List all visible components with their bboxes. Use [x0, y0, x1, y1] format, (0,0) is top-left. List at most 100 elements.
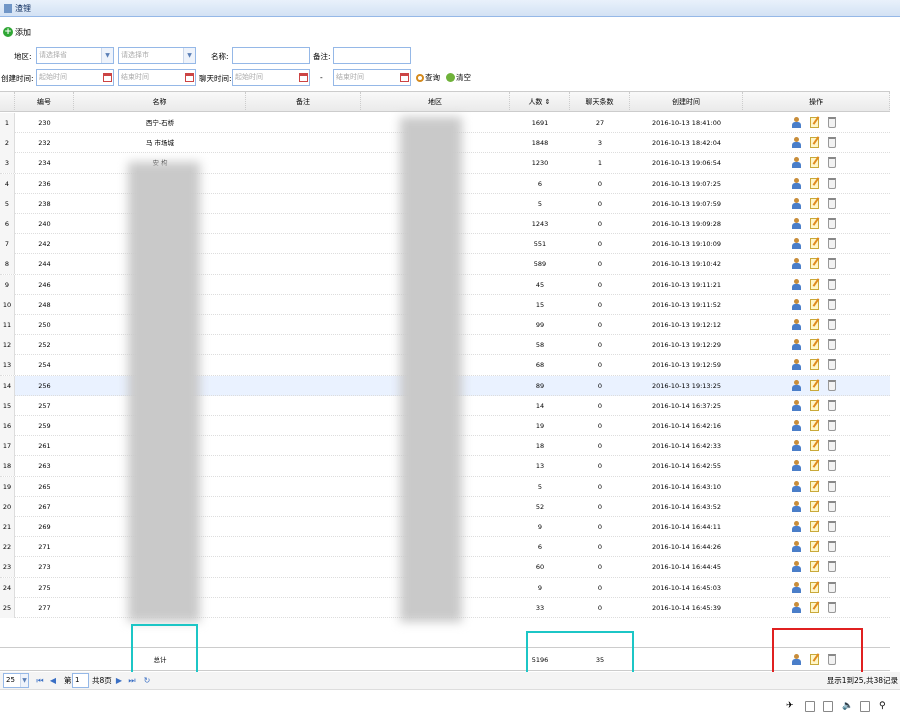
- user-icon[interactable]: [792, 218, 801, 229]
- user-icon[interactable]: [792, 258, 801, 270]
- next-page-icon[interactable]: ▶: [114, 675, 124, 687]
- user-icon[interactable]: [792, 601, 801, 613]
- user-icon[interactable]: [792, 399, 801, 411]
- edit-icon[interactable]: [810, 258, 819, 270]
- chat-start-input[interactable]: 起始时间: [232, 69, 310, 86]
- col-name[interactable]: 名称: [74, 92, 246, 112]
- edit-icon[interactable]: [810, 278, 819, 290]
- user-icon[interactable]: [792, 238, 801, 250]
- edit-icon[interactable]: [810, 137, 819, 149]
- add-button[interactable]: + 添加: [3, 26, 31, 38]
- user-icon[interactable]: [792, 137, 801, 149]
- trash-icon[interactable]: [828, 420, 836, 431]
- first-page-icon[interactable]: ⏮: [35, 675, 45, 687]
- name-input[interactable]: [232, 47, 310, 64]
- calendar-icon[interactable]: [103, 73, 112, 82]
- user-icon[interactable]: [792, 319, 801, 330]
- refresh-icon[interactable]: ↻: [142, 675, 152, 687]
- trash-icon[interactable]: [828, 399, 836, 411]
- user-icon[interactable]: [792, 278, 801, 290]
- edit-icon[interactable]: [810, 440, 819, 452]
- edit-icon[interactable]: [810, 298, 819, 310]
- user-icon[interactable]: [792, 561, 801, 573]
- trash-icon[interactable]: [828, 177, 836, 189]
- created-start-input[interactable]: 起始时间: [36, 69, 114, 86]
- user-icon[interactable]: [792, 197, 801, 209]
- trash-icon[interactable]: [828, 601, 836, 613]
- edit-icon[interactable]: [810, 521, 819, 532]
- edit-icon[interactable]: [810, 157, 819, 169]
- calendar-icon[interactable]: [185, 73, 194, 82]
- trash-icon[interactable]: [828, 541, 836, 553]
- user-icon[interactable]: [792, 177, 801, 189]
- user-icon[interactable]: [792, 117, 801, 128]
- page-size-select[interactable]: 25 ▼: [3, 673, 29, 688]
- trash-icon[interactable]: [828, 258, 836, 270]
- user-icon[interactable]: [792, 541, 801, 553]
- edit-icon[interactable]: [810, 561, 819, 573]
- edit-icon[interactable]: [810, 339, 819, 351]
- page-icon[interactable]: [805, 701, 815, 712]
- trash-icon[interactable]: [828, 319, 836, 330]
- col-id[interactable]: 编号: [15, 92, 74, 112]
- edit-icon[interactable]: [810, 420, 819, 431]
- edit-icon[interactable]: [810, 601, 819, 613]
- user-icon[interactable]: [792, 359, 801, 371]
- col-chats[interactable]: 聊天条数: [570, 92, 630, 112]
- edit-icon[interactable]: [810, 117, 819, 128]
- edit-icon[interactable]: [810, 399, 819, 411]
- user-icon[interactable]: [792, 339, 801, 351]
- trash-icon[interactable]: [828, 278, 836, 290]
- edit-icon[interactable]: [810, 581, 819, 593]
- user-icon[interactable]: [792, 379, 801, 391]
- calendar-icon[interactable]: [400, 73, 409, 82]
- trash-icon[interactable]: [823, 701, 833, 712]
- created-end-input[interactable]: 结束时间: [118, 69, 196, 86]
- trash-icon[interactable]: [828, 157, 836, 169]
- user-icon[interactable]: [792, 298, 801, 310]
- zoom-icon[interactable]: ⚲: [879, 701, 889, 712]
- col-people[interactable]: 人数 ⇕: [510, 92, 570, 112]
- city-select[interactable]: 请选择市 ▼: [118, 47, 196, 64]
- trash-icon[interactable]: [828, 561, 836, 573]
- trash-icon[interactable]: [828, 359, 836, 371]
- last-page-icon[interactable]: ⏭: [127, 675, 137, 687]
- edit-icon[interactable]: [810, 541, 819, 553]
- edit-icon[interactable]: [810, 319, 819, 330]
- speaker-icon[interactable]: 🔈: [842, 701, 853, 712]
- trash-icon[interactable]: [828, 339, 836, 351]
- trash-icon[interactable]: [828, 137, 836, 149]
- trash-icon[interactable]: [828, 238, 836, 250]
- user-icon[interactable]: [792, 521, 801, 532]
- user-icon[interactable]: [792, 440, 801, 452]
- trash-icon[interactable]: [828, 521, 836, 532]
- edit-icon[interactable]: [810, 480, 819, 492]
- chat-end-input[interactable]: 结束时间: [333, 69, 411, 86]
- trash-icon[interactable]: [828, 581, 836, 593]
- col-region[interactable]: 地区: [361, 92, 510, 112]
- clear-button[interactable]: 清空: [446, 72, 471, 83]
- trash-icon[interactable]: [828, 480, 836, 492]
- trash-icon[interactable]: [828, 460, 836, 472]
- edit-icon[interactable]: [810, 500, 819, 512]
- trash-icon[interactable]: [828, 218, 836, 229]
- search-button[interactable]: 查询: [416, 72, 440, 83]
- trash-icon[interactable]: [828, 440, 836, 452]
- province-select[interactable]: 请选择省 ▼: [36, 47, 114, 64]
- user-icon[interactable]: [792, 500, 801, 512]
- page-input[interactable]: 1: [72, 673, 89, 688]
- user-icon[interactable]: [792, 460, 801, 472]
- window-icon[interactable]: [860, 701, 870, 712]
- user-icon[interactable]: [792, 480, 801, 492]
- trash-icon[interactable]: [828, 117, 836, 128]
- edit-icon[interactable]: [810, 460, 819, 472]
- trash-icon[interactable]: [828, 379, 836, 391]
- calendar-icon[interactable]: [299, 73, 308, 82]
- user-icon[interactable]: [792, 420, 801, 431]
- user-icon[interactable]: [792, 581, 801, 593]
- edit-icon[interactable]: [810, 197, 819, 209]
- pin-icon[interactable]: ✈: [786, 701, 796, 712]
- remark-input[interactable]: [333, 47, 411, 64]
- col-created[interactable]: 创建时间: [630, 92, 743, 112]
- edit-icon[interactable]: [810, 359, 819, 371]
